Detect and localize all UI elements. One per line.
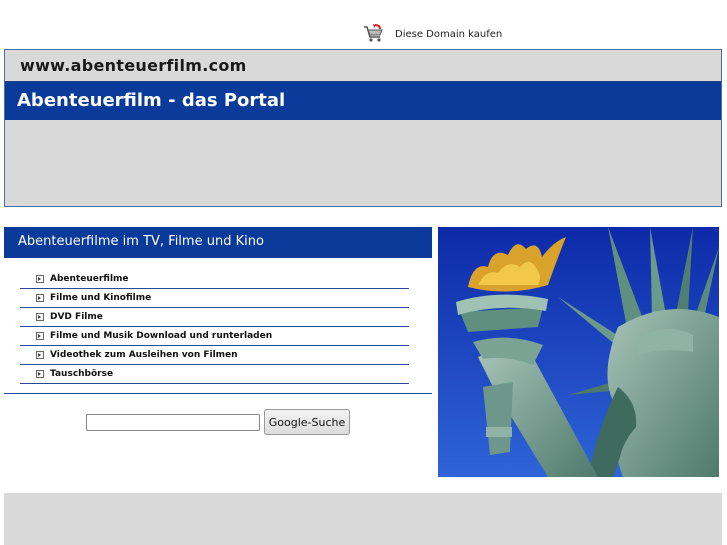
shopping-cart-icon[interactable] [363,24,385,44]
portal-title: Abenteuerfilm - das Portal [17,90,286,111]
link-label: Filme und Musik Download und runterladen [50,331,273,341]
link-label: Videothek zum Ausleihen von Filmen [50,350,238,360]
statue-of-liberty-image [438,227,719,477]
domain-title: www.abenteuerfilm.com [20,56,247,75]
link-dvd-filme[interactable]: DVD Filme [20,312,103,322]
arrow-right-icon [36,275,44,283]
arrow-right-icon [36,351,44,359]
arrow-right-icon [36,313,44,321]
domain-buy-bar: Diese Domain kaufen [363,22,502,46]
section-header: Abenteuerfilme im TV, Filme und Kino [4,227,432,258]
list-item: DVD Filme [20,308,409,327]
portal-title-bar: Abenteuerfilm - das Portal [5,81,721,120]
arrow-right-icon [36,294,44,302]
arrow-right-icon [36,370,44,378]
link-label: Filme und Kinofilme [50,293,152,303]
link-videothek[interactable]: Videothek zum Ausleihen von Filmen [20,350,238,360]
list-item: Tauschbörse [20,365,409,384]
link-tauschboerse[interactable]: Tauschbörse [20,369,113,379]
link-abenteuerfilme[interactable]: Abenteuerfilme [20,274,129,284]
search-input[interactable] [86,414,260,431]
link-label: Abenteuerfilme [50,274,129,284]
buy-domain-link[interactable]: Diese Domain kaufen [395,29,502,40]
section-title: Abenteuerfilme im TV, Filme und Kino [18,234,264,249]
link-filme-musik-download[interactable]: Filme und Musik Download und runterladen [20,331,272,341]
link-list: Abenteuerfilme Filme und Kinofilme DVD F… [20,270,409,384]
content-column: Abenteuerfilme im TV, Filme und Kino Abe… [4,227,432,435]
site-header: www.abenteuerfilm.com Abenteuerfilm - da… [4,49,722,207]
arrow-right-icon [36,332,44,340]
list-item: Abenteuerfilme [20,270,409,289]
footer [4,493,722,545]
divider [4,393,432,394]
list-item: Filme und Kinofilme [20,289,409,308]
list-item: Videothek zum Ausleihen von Filmen [20,346,409,365]
link-filme-und-kinofilme[interactable]: Filme und Kinofilme [20,293,151,303]
google-search-button[interactable]: Google-Suche [264,409,350,435]
link-label: DVD Filme [50,312,103,322]
list-item: Filme und Musik Download und runterladen [20,327,409,346]
link-label: Tauschbörse [50,369,114,379]
